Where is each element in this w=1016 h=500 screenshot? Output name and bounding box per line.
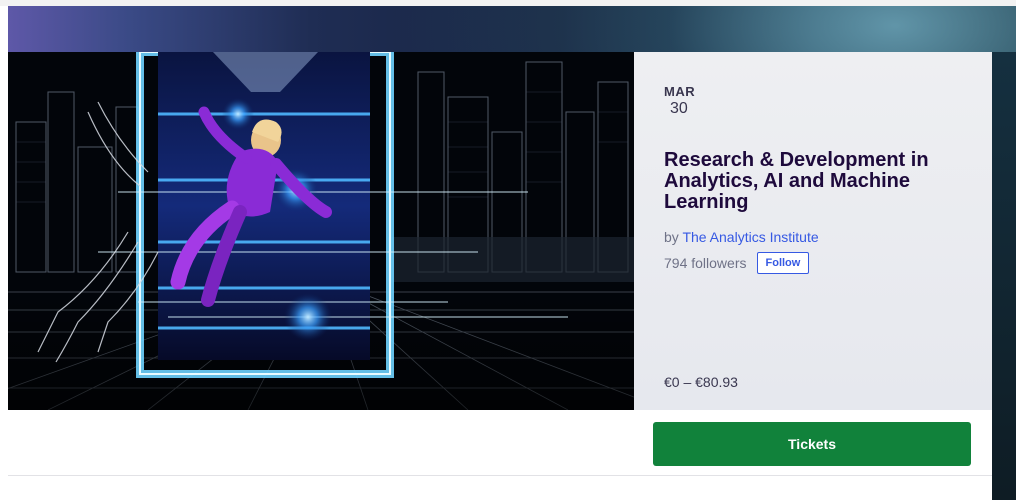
event-date-day: 30	[670, 100, 688, 117]
tickets-bar: Tickets	[8, 410, 992, 476]
follow-button[interactable]: Follow	[756, 252, 810, 274]
followers-count: 794 followers	[664, 255, 747, 271]
price-range: €0 – €80.93	[664, 374, 738, 390]
event-date-month: MAR	[664, 84, 696, 99]
organizer-link[interactable]: The Analytics Institute	[682, 229, 818, 245]
organizer-prefix: by	[664, 229, 679, 245]
tickets-button[interactable]: Tickets	[653, 422, 971, 466]
followers-row: 794 followers Follow	[664, 251, 810, 275]
event-banner-image	[8, 52, 634, 410]
event-card: MAR 30 Research & Development in Analyti…	[8, 52, 992, 500]
event-info-panel: MAR 30 Research & Development in Analyti…	[634, 52, 992, 410]
hero-background-edge	[992, 52, 1016, 500]
event-title: Research & Development in Analytics, AI …	[664, 149, 929, 213]
organizer-line: by The Analytics Institute	[664, 229, 819, 245]
